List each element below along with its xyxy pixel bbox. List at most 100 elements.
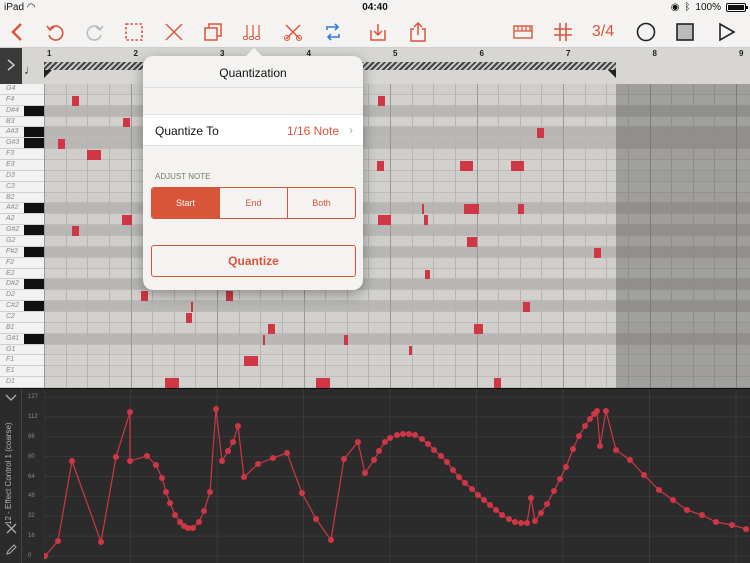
- controller-point[interactable]: [499, 512, 505, 518]
- controller-point[interactable]: [475, 492, 481, 498]
- piano-key[interactable]: E2: [0, 269, 44, 280]
- controller-point[interactable]: [127, 409, 133, 415]
- midi-note[interactable]: [378, 95, 385, 106]
- piano-key[interactable]: D1: [0, 377, 44, 388]
- piano-key[interactable]: B1: [0, 323, 44, 334]
- midi-note[interactable]: [186, 313, 192, 323]
- controller-point[interactable]: [587, 416, 593, 422]
- controller-point[interactable]: [487, 502, 493, 508]
- controller-point[interactable]: [341, 456, 347, 462]
- midi-note[interactable]: [518, 204, 524, 215]
- controller-point[interactable]: [699, 512, 705, 518]
- controller-curve[interactable]: [44, 389, 750, 563]
- piano-key[interactable]: A#3: [0, 127, 44, 139]
- controller-point[interactable]: [493, 507, 499, 513]
- controller-point[interactable]: [159, 475, 165, 481]
- midi-note[interactable]: [422, 204, 424, 215]
- keyboard-button[interactable]: [505, 16, 541, 48]
- controller-point[interactable]: [532, 518, 538, 524]
- redo-button[interactable]: [77, 16, 113, 48]
- controller-point[interactable]: [613, 447, 619, 453]
- controller-point[interactable]: [328, 537, 334, 543]
- controller-point[interactable]: [235, 423, 241, 429]
- midi-note[interactable]: [141, 291, 148, 302]
- midi-note[interactable]: [424, 215, 428, 226]
- import-button[interactable]: [360, 16, 396, 48]
- controller-point[interactable]: [670, 497, 676, 503]
- piano-key[interactable]: E3: [0, 160, 44, 171]
- controller-point[interactable]: [371, 457, 377, 463]
- controller-point[interactable]: [524, 520, 530, 526]
- controller-point[interactable]: [406, 431, 412, 437]
- midi-note[interactable]: [58, 139, 65, 150]
- loop-end-handle[interactable]: [608, 70, 616, 78]
- midi-note[interactable]: [378, 215, 391, 226]
- controller-point[interactable]: [713, 519, 719, 525]
- piano-key[interactable]: F1: [0, 355, 44, 367]
- time-signature-button[interactable]: 3/4: [583, 16, 623, 48]
- controller-point[interactable]: [362, 470, 368, 476]
- controller-point[interactable]: [557, 476, 563, 482]
- controller-point[interactable]: [512, 519, 518, 525]
- controller-point[interactable]: [69, 458, 75, 464]
- controller-point[interactable]: [469, 486, 475, 492]
- controller-point[interactable]: [444, 459, 450, 465]
- grid-button[interactable]: [545, 16, 581, 48]
- controller-point[interactable]: [270, 455, 276, 461]
- controller-point[interactable]: [225, 448, 231, 454]
- piano-key[interactable]: G#2: [0, 225, 44, 236]
- midi-note[interactable]: [523, 302, 530, 312]
- controller-point[interactable]: [450, 467, 456, 473]
- controller-point[interactable]: [563, 464, 569, 470]
- controller-point[interactable]: [153, 462, 159, 468]
- controller-point[interactable]: [518, 520, 524, 526]
- controller-point[interactable]: [284, 450, 290, 456]
- midi-note[interactable]: [464, 204, 479, 215]
- controller-point[interactable]: [684, 507, 690, 513]
- controller-lane[interactable]: 12 - Effect Control 1 (coarse) 127 112 96 8…: [0, 388, 750, 563]
- piano-key[interactable]: C3: [0, 182, 44, 193]
- midi-note[interactable]: [594, 247, 601, 258]
- piano-key[interactable]: C#2: [0, 301, 44, 312]
- midi-note[interactable]: [263, 334, 265, 345]
- piano-key[interactable]: D#2: [0, 279, 44, 291]
- controller-point[interactable]: [313, 516, 319, 522]
- piano-key[interactable]: G2: [0, 236, 44, 247]
- piano-key[interactable]: D#4: [0, 105, 44, 117]
- midi-note[interactable]: [494, 378, 501, 388]
- delete-button[interactable]: [156, 16, 192, 48]
- loop-start-handle[interactable]: [44, 70, 52, 78]
- controller-point[interactable]: [400, 431, 406, 437]
- controller-point[interactable]: [113, 454, 119, 460]
- piano-key[interactable]: F2: [0, 258, 44, 269]
- controller-point[interactable]: [431, 447, 437, 453]
- expand-button[interactable]: [0, 48, 22, 84]
- quantize-button[interactable]: Quantize: [151, 245, 356, 277]
- controller-point[interactable]: [462, 480, 468, 486]
- segment-both[interactable]: Both: [288, 188, 355, 218]
- quantize-tool-button[interactable]: [235, 16, 271, 48]
- controller-point[interactable]: [425, 441, 431, 447]
- controller-point[interactable]: [201, 508, 207, 514]
- lane-title[interactable]: 12 - Effect Control 1 (coarse): [4, 414, 18, 534]
- controller-point[interactable]: [190, 525, 196, 531]
- controller-point[interactable]: [570, 446, 576, 452]
- controller-point[interactable]: [376, 448, 382, 454]
- piano-key[interactable]: G1: [0, 345, 44, 356]
- controller-point[interactable]: [481, 497, 487, 503]
- piano-key[interactable]: G#3: [0, 138, 44, 150]
- midi-note[interactable]: [425, 269, 430, 280]
- midi-note[interactable]: [511, 161, 524, 171]
- controller-point[interactable]: [196, 519, 202, 525]
- midi-note[interactable]: [72, 95, 79, 106]
- close-icon[interactable]: [6, 523, 17, 534]
- piano-key[interactable]: F#2: [0, 246, 44, 258]
- piano-key[interactable]: B3: [0, 117, 44, 128]
- piano-key[interactable]: G4: [0, 84, 44, 95]
- midi-note[interactable]: [123, 117, 130, 128]
- piano-keys[interactable]: G4 F4 D#4 B3 A#3 G#3 F3 E3 D3 C3 B2 A#2 A2 G#2 G2 F#2 F2…: [0, 84, 44, 388]
- piano-key[interactable]: G#1: [0, 333, 44, 345]
- controller-point[interactable]: [456, 474, 462, 480]
- controller-point[interactable]: [582, 423, 588, 429]
- controller-point[interactable]: [412, 432, 418, 438]
